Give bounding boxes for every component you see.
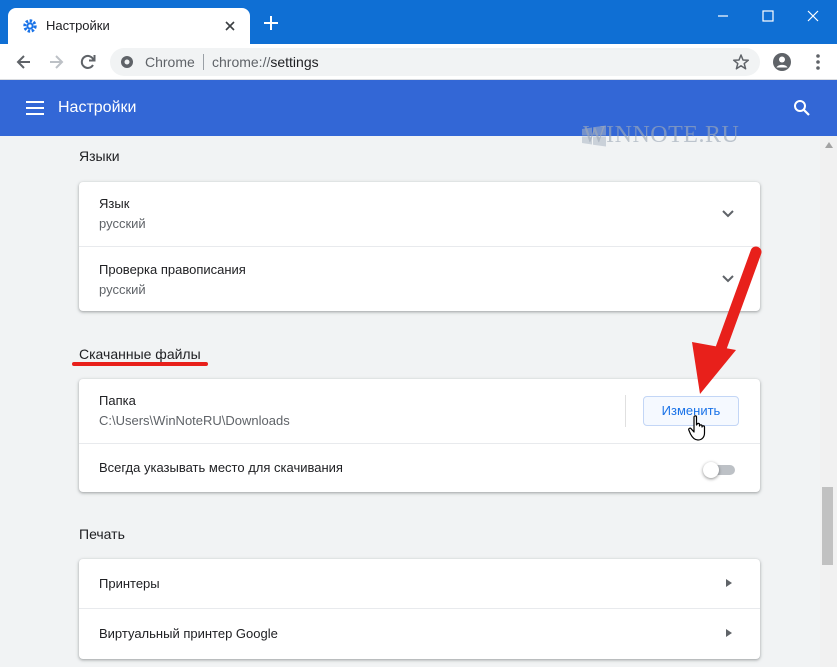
spellcheck-value: русский bbox=[99, 282, 146, 297]
printing-card: Принтеры Виртуальный принтер Google bbox=[79, 559, 760, 659]
languages-card: Язык русский Проверка правописания русск… bbox=[79, 182, 760, 311]
printers-label: Принтеры bbox=[99, 576, 160, 591]
more-menu-icon[interactable] bbox=[808, 52, 828, 72]
maximize-window-icon[interactable] bbox=[750, 4, 786, 28]
close-tab-icon[interactable] bbox=[220, 16, 240, 36]
title-bar: Настройки bbox=[0, 0, 837, 44]
browser-toolbar: Chrome chrome://settings bbox=[0, 44, 837, 80]
reload-icon[interactable] bbox=[78, 52, 98, 72]
download-folder-row: Папка C:\Users\WinNoteRU\Downloads Измен… bbox=[79, 379, 760, 443]
back-arrow-icon[interactable] bbox=[14, 52, 34, 72]
profile-avatar-icon[interactable] bbox=[772, 52, 792, 72]
new-tab-plus-icon[interactable] bbox=[262, 14, 280, 32]
folder-label: Папка bbox=[99, 393, 136, 408]
annotation-arrow-icon bbox=[692, 246, 762, 394]
bookmark-star-icon[interactable] bbox=[732, 53, 750, 71]
toggle-knob bbox=[703, 462, 719, 478]
ask-location-row[interactable]: Всегда указывать место для скачивания bbox=[79, 443, 760, 492]
scrollbar-thumb[interactable] bbox=[822, 487, 833, 565]
section-title-languages: Языки bbox=[79, 148, 120, 164]
cloud-printer-label: Виртуальный принтер Google bbox=[99, 626, 278, 641]
minimize-window-icon[interactable] bbox=[705, 4, 741, 28]
annotation-underline bbox=[72, 362, 208, 366]
ask-location-label: Всегда указывать место для скачивания bbox=[99, 460, 343, 475]
omnibox-divider bbox=[203, 54, 204, 70]
cloud-printer-row[interactable]: Виртуальный принтер Google bbox=[79, 608, 760, 659]
arrow-right-icon bbox=[726, 579, 732, 587]
forward-arrow-icon[interactable] bbox=[46, 52, 66, 72]
chevron-down-icon[interactable] bbox=[722, 210, 734, 218]
hamburger-menu-icon[interactable] bbox=[26, 100, 44, 116]
scrollbar[interactable] bbox=[820, 136, 837, 667]
ask-location-toggle[interactable] bbox=[703, 462, 737, 478]
watermark-text: WINNOTE.RU bbox=[583, 122, 740, 148]
settings-gear-icon bbox=[23, 19, 37, 33]
page-title: Настройки bbox=[58, 99, 137, 116]
language-value: русский bbox=[99, 216, 146, 231]
tab-settings[interactable]: Настройки bbox=[8, 8, 250, 44]
language-label: Язык bbox=[99, 196, 130, 211]
spellcheck-label: Проверка правописания bbox=[99, 262, 246, 277]
address-bar[interactable]: Chrome chrome://settings bbox=[110, 48, 760, 76]
chrome-page-icon bbox=[121, 56, 133, 68]
row-divider bbox=[625, 395, 626, 427]
search-icon[interactable] bbox=[792, 98, 812, 118]
close-window-icon[interactable] bbox=[795, 4, 831, 28]
language-row[interactable]: Язык русский bbox=[79, 182, 760, 246]
scroll-up-arrow-icon[interactable] bbox=[825, 142, 833, 148]
section-title-downloads: Скачанные файлы bbox=[79, 346, 201, 362]
section-title-printing: Печать bbox=[79, 526, 125, 542]
arrow-right-icon bbox=[726, 629, 732, 637]
spellcheck-row[interactable]: Проверка правописания русский bbox=[79, 246, 760, 311]
printers-row[interactable]: Принтеры bbox=[79, 559, 760, 608]
url-text: chrome://settings bbox=[212, 54, 319, 70]
omnibox-chip: Chrome bbox=[145, 54, 195, 70]
tab-title: Настройки bbox=[46, 18, 110, 33]
url-path: settings bbox=[270, 54, 319, 70]
downloads-card: Папка C:\Users\WinNoteRU\Downloads Измен… bbox=[79, 379, 760, 492]
url-scheme: chrome:// bbox=[212, 54, 271, 70]
hand-cursor-icon bbox=[688, 415, 706, 441]
folder-path: C:\Users\WinNoteRU\Downloads bbox=[99, 413, 290, 428]
